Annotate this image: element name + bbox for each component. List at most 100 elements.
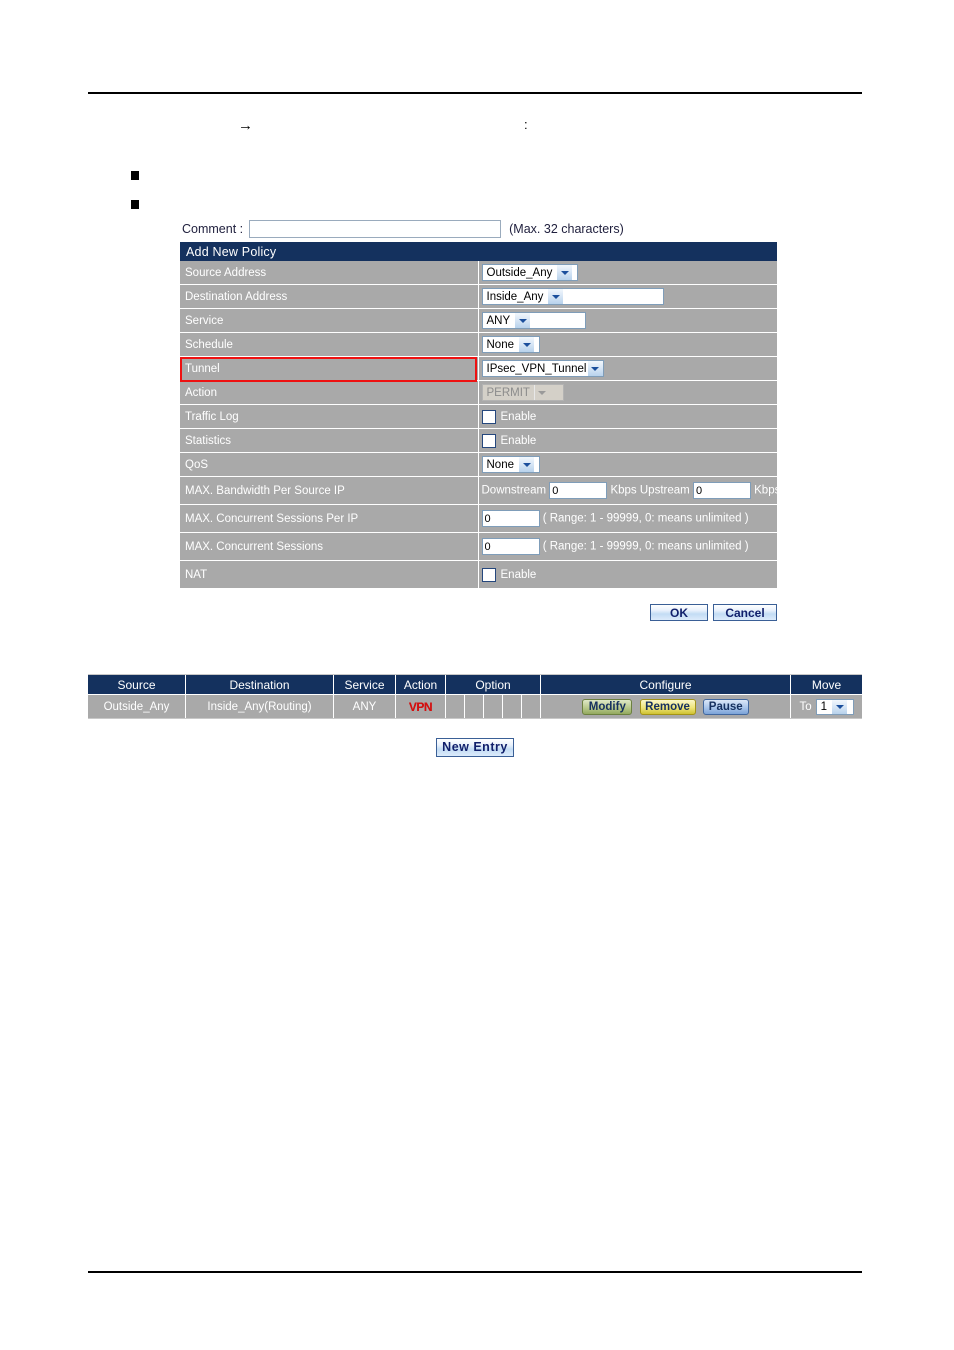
table-row: Outside_Any Inside_Any(Routing) ANY VPN … [88, 694, 863, 718]
downstream-label: Downstream [481, 484, 547, 497]
service-select[interactable]: ANY [481, 312, 586, 329]
value-max-concurrent-sessions: ( Range: 1 - 99999, 0: means unlimited ) [478, 533, 777, 561]
policy-list-header-row: Source Destination Service Action Option… [88, 675, 863, 694]
tunnel-value: IPsec_VPN_Tunnel [486, 362, 587, 375]
comment-row: Comment : (Max. 32 characters) [180, 216, 777, 242]
modify-button[interactable]: Modify [582, 698, 633, 715]
square-bullet-icon [131, 171, 140, 181]
cell-service: ANY [334, 694, 396, 718]
label-schedule: Schedule [180, 333, 479, 357]
form-row-source-address: Source Address Outside_Any [180, 261, 777, 285]
statistics-enable-label: Enable [500, 434, 537, 447]
new-entry-area: New Entry [88, 722, 862, 772]
move-position-select[interactable]: 1 [815, 698, 854, 715]
ok-button[interactable]: OK [650, 604, 708, 621]
max-sessions-input[interactable] [481, 538, 540, 555]
destination-address-value: Inside_Any [486, 290, 544, 303]
value-schedule: None [478, 333, 777, 357]
remove-button[interactable]: Remove [639, 698, 696, 715]
intro-bullet-1 [124, 152, 147, 182]
chevron-down-icon[interactable] [518, 457, 534, 472]
source-address-value: Outside_Any [486, 266, 553, 279]
policy-form-table: Add New Policy Source Address Outside_An… [180, 242, 777, 589]
footer-rule [88, 1271, 862, 1273]
value-max-bandwidth-per-source-ip: Downstream Kbps Upstream Kbps ( 0: means… [478, 477, 777, 505]
action-value: PERMIT [486, 386, 530, 399]
qos-value: None [486, 458, 515, 471]
kbps-upstream-label: Kbps Upstream [610, 484, 690, 497]
service-value: ANY [486, 314, 511, 327]
source-address-select[interactable]: Outside_Any [481, 264, 578, 281]
value-statistics: Enable [478, 429, 777, 453]
column-header-action: Action [396, 675, 446, 694]
cell-option-2 [465, 694, 484, 718]
cancel-button[interactable]: Cancel [713, 604, 777, 621]
chevron-down-icon[interactable] [556, 265, 573, 280]
form-row-qos: QoS None [180, 453, 777, 477]
pause-button[interactable]: Pause [702, 698, 749, 715]
max-sessions-per-ip-input[interactable] [481, 510, 540, 527]
chevron-down-icon[interactable] [518, 337, 534, 352]
add-new-policy-panel: Comment : (Max. 32 characters) Add New P… [180, 216, 777, 637]
form-row-tunnel: Tunnel IPsec_VPN_Tunnel [180, 357, 777, 381]
intro-colon-glyph: : [524, 117, 528, 132]
chevron-down-icon[interactable] [547, 289, 564, 304]
label-max-concurrent-sessions-per-ip: MAX. Concurrent Sessions Per IP [180, 505, 479, 533]
destination-address-select[interactable]: Inside_Any [481, 288, 664, 305]
form-header-title: Add New Policy [180, 242, 777, 261]
chevron-down-icon[interactable] [586, 361, 603, 376]
form-row-max-sessions: MAX. Concurrent Sessions ( Range: 1 - 99… [180, 533, 777, 561]
label-max-concurrent-sessions: MAX. Concurrent Sessions [180, 533, 479, 561]
column-header-configure: Configure [541, 675, 792, 694]
chevron-down-icon[interactable] [514, 313, 531, 328]
header-rule [88, 92, 862, 94]
label-traffic-log: Traffic Log [180, 405, 479, 429]
form-row-max-bandwidth: MAX. Bandwidth Per Source IP Downstream … [180, 477, 777, 505]
schedule-select[interactable]: None [481, 336, 540, 353]
comment-label: Comment : [182, 222, 244, 236]
qos-select[interactable]: None [481, 456, 540, 473]
cell-option-1 [446, 694, 465, 718]
column-header-move: Move [791, 675, 863, 694]
value-destination-address: Inside_Any [478, 285, 777, 309]
action-select: PERMIT [481, 384, 564, 401]
vpn-icon: VPN [408, 699, 433, 714]
traffic-log-checkbox[interactable] [481, 409, 496, 424]
form-row-max-sessions-per-ip: MAX. Concurrent Sessions Per IP ( Range:… [180, 505, 777, 533]
form-row-service: Service ANY [180, 309, 777, 333]
form-row-traffic-log: Traffic Log Enable [180, 405, 777, 429]
cell-configure: Modify Remove Pause [541, 694, 792, 718]
form-row-schedule: Schedule None [180, 333, 777, 357]
value-service: ANY [478, 309, 777, 333]
statistics-checkbox[interactable] [481, 433, 496, 448]
label-nat: NAT [180, 561, 479, 589]
label-source-address: Source Address [180, 261, 479, 285]
column-header-destination: Destination [186, 675, 334, 694]
sessions-range-label: ( Range: 1 - 99999, 0: means unlimited ) [542, 540, 749, 553]
value-tunnel: IPsec_VPN_Tunnel [478, 357, 777, 381]
form-header-row: Add New Policy [180, 242, 777, 261]
nat-checkbox[interactable] [481, 567, 496, 582]
chevron-down-icon[interactable] [831, 699, 848, 714]
label-action: Action [180, 381, 479, 405]
cell-option-4 [503, 694, 522, 718]
form-footer: OK Cancel [180, 589, 777, 637]
form-row-statistics: Statistics Enable [180, 429, 777, 453]
cell-move: To 1 [791, 694, 863, 718]
form-row-destination-address: Destination Address Inside_Any [180, 285, 777, 309]
value-qos: None [478, 453, 777, 477]
new-entry-button[interactable]: New Entry [436, 737, 514, 757]
label-destination-address: Destination Address [180, 285, 479, 309]
downstream-input[interactable] [549, 482, 608, 499]
schedule-value: None [486, 338, 515, 351]
tunnel-select[interactable]: IPsec_VPN_Tunnel [481, 360, 604, 377]
label-service: Service [180, 309, 479, 333]
upstream-input[interactable] [692, 482, 751, 499]
comment-input[interactable] [249, 220, 502, 238]
value-action: PERMIT [478, 381, 777, 405]
bandwidth-trailing-label: Kbps ( 0: means unlimited ) [754, 484, 777, 497]
label-statistics: Statistics [180, 429, 479, 453]
chevron-down-icon [533, 385, 550, 400]
cell-action: VPN [396, 694, 446, 718]
value-nat: Enable [478, 561, 777, 589]
